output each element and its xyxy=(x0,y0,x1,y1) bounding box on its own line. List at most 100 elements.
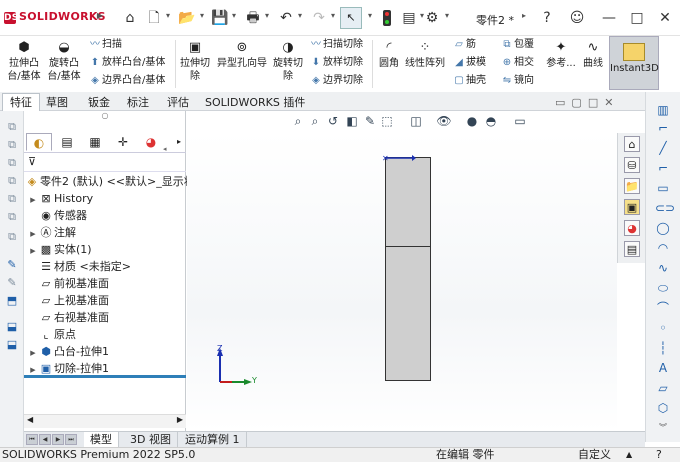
tree-item-sensors[interactable]: ◉ 传感器 xyxy=(28,207,87,224)
tab-model[interactable]: 模型 xyxy=(84,432,119,447)
sketch-tool-icon[interactable]: ⬓ xyxy=(4,337,20,353)
view-orientation-icon[interactable]: ⬚ xyxy=(379,113,395,129)
custom-properties-icon[interactable]: ▤ xyxy=(624,241,640,257)
tab-addins[interactable]: SOLIDWORKS 插件 xyxy=(197,93,313,111)
tree-root[interactable]: ◈ 零件2 (默认) <<默认>_显示状 xyxy=(24,173,195,190)
new-document-icon[interactable]: 🗋 xyxy=(145,9,163,27)
tree-item-origin[interactable]: ⌞ 原点 xyxy=(28,326,76,343)
edit-appearance-icon[interactable]: ● xyxy=(464,113,480,129)
document-window-controls[interactable]: ▭▢□✕ xyxy=(555,96,619,109)
curves-button[interactable]: ∿ 曲线 xyxy=(579,40,607,70)
tree-item-top-plane[interactable]: ▱ 上视基准面 xyxy=(28,292,109,309)
circle-icon[interactable]: ◯ xyxy=(655,220,671,236)
hide-show-items-icon[interactable]: 👁 xyxy=(436,113,452,129)
tab-features[interactable]: 特征 xyxy=(2,93,40,111)
display-style-icon[interactable]: ◫ xyxy=(408,113,424,129)
more-tools-icon[interactable]: ⬡ xyxy=(655,400,671,416)
corner-rectangle-icon[interactable]: ⌐ xyxy=(655,160,671,176)
undo-dropdown-icon[interactable]: ▾ xyxy=(296,11,304,20)
revolve-boss-button[interactable]: ◒ 旋转凸 台/基体 xyxy=(46,40,82,83)
tab-sketch[interactable]: 草图 xyxy=(38,93,76,111)
loft-button[interactable]: ⬆ 放样凸台/基体 xyxy=(88,56,166,70)
centerline-icon[interactable]: ┆ xyxy=(655,340,671,356)
tree-item-front-plane[interactable]: ▱ 前视基准面 xyxy=(28,275,109,292)
rebuild-traffic-light-icon[interactable] xyxy=(378,9,396,27)
corner-icon[interactable]: ⌐ xyxy=(655,120,671,136)
mirror-button[interactable]: ⇋ 镜向 xyxy=(500,74,534,88)
display-manager-tab-icon[interactable]: ◕ xyxy=(138,133,164,151)
units-selector[interactable]: 自定义 xyxy=(578,448,611,462)
tab-sheet-metal[interactable]: 钣金 xyxy=(80,93,118,111)
copy-icon[interactable]: ⧉ xyxy=(4,229,20,245)
file-explorer-icon[interactable]: 📁 xyxy=(624,178,640,194)
hole-wizard-button[interactable]: ⊚ 异型孔向导 xyxy=(214,40,270,70)
tree-item-boss-extrude1[interactable]: ▶ ⬢ 凸台-拉伸1 xyxy=(28,343,109,360)
extrude-boss-button[interactable]: ⬢ 拉伸凸 台/基体 xyxy=(6,40,42,83)
panel-grip[interactable]: ○ xyxy=(24,111,186,121)
fillet-sketch-icon[interactable]: ⌒ xyxy=(655,300,671,316)
print-dropdown-icon[interactable]: ▾ xyxy=(263,11,271,20)
apply-scene-icon[interactable]: ◓ xyxy=(483,113,499,129)
previous-view-icon[interactable]: ↺ xyxy=(325,113,341,129)
view-settings-icon[interactable]: ▭ xyxy=(512,113,528,129)
solidworks-logo[interactable]: DSSOLIDWORKS xyxy=(4,10,106,24)
part-body[interactable] xyxy=(385,157,431,381)
doc-close-icon[interactable]: ✕ xyxy=(604,96,619,109)
home-icon[interactable]: ⌂ xyxy=(624,136,640,152)
sweep-button[interactable]: 〰扫描 xyxy=(88,38,122,52)
dynamic-annotation-icon[interactable]: ✎ xyxy=(362,113,378,129)
home-icon[interactable]: ⌂ xyxy=(121,9,139,27)
prev-tab-icon[interactable]: ◀ xyxy=(39,434,51,445)
file-properties-icon[interactable]: ▤ xyxy=(400,9,418,27)
line-icon[interactable]: ╱ xyxy=(655,140,671,156)
save-icon[interactable]: 💾 xyxy=(211,9,229,27)
units-dropdown-icon[interactable]: ▲ xyxy=(626,448,632,462)
scroll-right-icon[interactable]: ▶ xyxy=(177,415,183,424)
doc-minimize-icon[interactable]: ▭ xyxy=(555,96,571,109)
scroll-left-icon[interactable]: ◀ xyxy=(27,415,33,424)
panel-collapse-icon[interactable]: ◂ xyxy=(163,145,169,159)
select-dropdown-icon[interactable]: ▾ xyxy=(366,11,374,20)
rollback-bar[interactable] xyxy=(24,375,186,378)
spline-icon[interactable]: ∿ xyxy=(655,260,671,276)
open-dropdown-icon[interactable]: ▾ xyxy=(198,11,206,20)
first-tab-icon[interactable]: ⏮ xyxy=(26,434,38,445)
close-window-icon[interactable]: ✕ xyxy=(656,9,674,27)
slot-icon[interactable]: ⊂⊃ xyxy=(655,200,675,216)
doc-restore-icon[interactable]: ▢ xyxy=(571,96,587,109)
copy-icon[interactable]: ⧉ xyxy=(4,209,20,225)
minimize-window-icon[interactable]: — xyxy=(600,9,618,27)
configuration-manager-tab-icon[interactable]: ▦ xyxy=(82,133,108,151)
tree-item-solid-bodies[interactable]: ▶ ▩ 实体(1) xyxy=(28,241,91,258)
view-palette-icon[interactable]: ▣ xyxy=(624,199,640,215)
doc-maximize-icon[interactable]: □ xyxy=(588,96,604,109)
copy-icon[interactable]: ⧉ xyxy=(4,137,20,153)
linear-pattern-button[interactable]: ⁘ 线性阵列 xyxy=(403,40,447,70)
appearances-icon[interactable]: ◕ xyxy=(624,220,640,236)
rib-button[interactable]: ▱ 筋 xyxy=(452,38,476,52)
toolbar-expand-icon[interactable]: ︾ xyxy=(655,420,671,436)
ellipse-icon[interactable]: ⬭ xyxy=(655,280,671,296)
print-icon[interactable]: 🖶 xyxy=(244,9,262,27)
tree-item-material[interactable]: ☰ 材质 <未指定> xyxy=(28,258,131,275)
save-dropdown-icon[interactable]: ▾ xyxy=(230,11,238,20)
tab-markup[interactable]: 标注 xyxy=(119,93,157,111)
new-dropdown-icon[interactable]: ▾ xyxy=(164,11,172,20)
maximize-window-icon[interactable]: □ xyxy=(628,9,646,27)
redo-icon[interactable]: ↷ xyxy=(310,9,328,27)
tab-3d-views[interactable]: 3D 视图 xyxy=(124,432,178,447)
wrap-button[interactable]: ⧉ 包覆 xyxy=(500,38,534,52)
arc-icon[interactable]: ◠ xyxy=(655,240,671,256)
sketch-tool-icon[interactable]: ✎ xyxy=(4,257,20,273)
tree-item-annotations[interactable]: ▶ Ⓐ 注解 xyxy=(28,224,76,241)
zoom-to-area-icon[interactable]: ⌕ xyxy=(307,113,323,129)
options-dropdown-icon[interactable]: ▾ xyxy=(443,11,451,20)
next-tab-icon[interactable]: ▶ xyxy=(52,434,64,445)
lofted-cut-button[interactable]: ⬇ 放样切除 xyxy=(309,56,363,70)
swept-cut-button[interactable]: 〰扫描切除 xyxy=(309,38,363,52)
property-manager-tab-icon[interactable]: ▤ xyxy=(54,133,80,151)
instant3d-button[interactable]: Instant3D xyxy=(609,36,659,90)
dimxpert-tab-icon[interactable]: ✛ xyxy=(110,133,136,151)
horizontal-scrollbar[interactable]: ◀ ▶ xyxy=(24,414,186,428)
intersect-button[interactable]: ⊕ 相交 xyxy=(500,56,534,70)
